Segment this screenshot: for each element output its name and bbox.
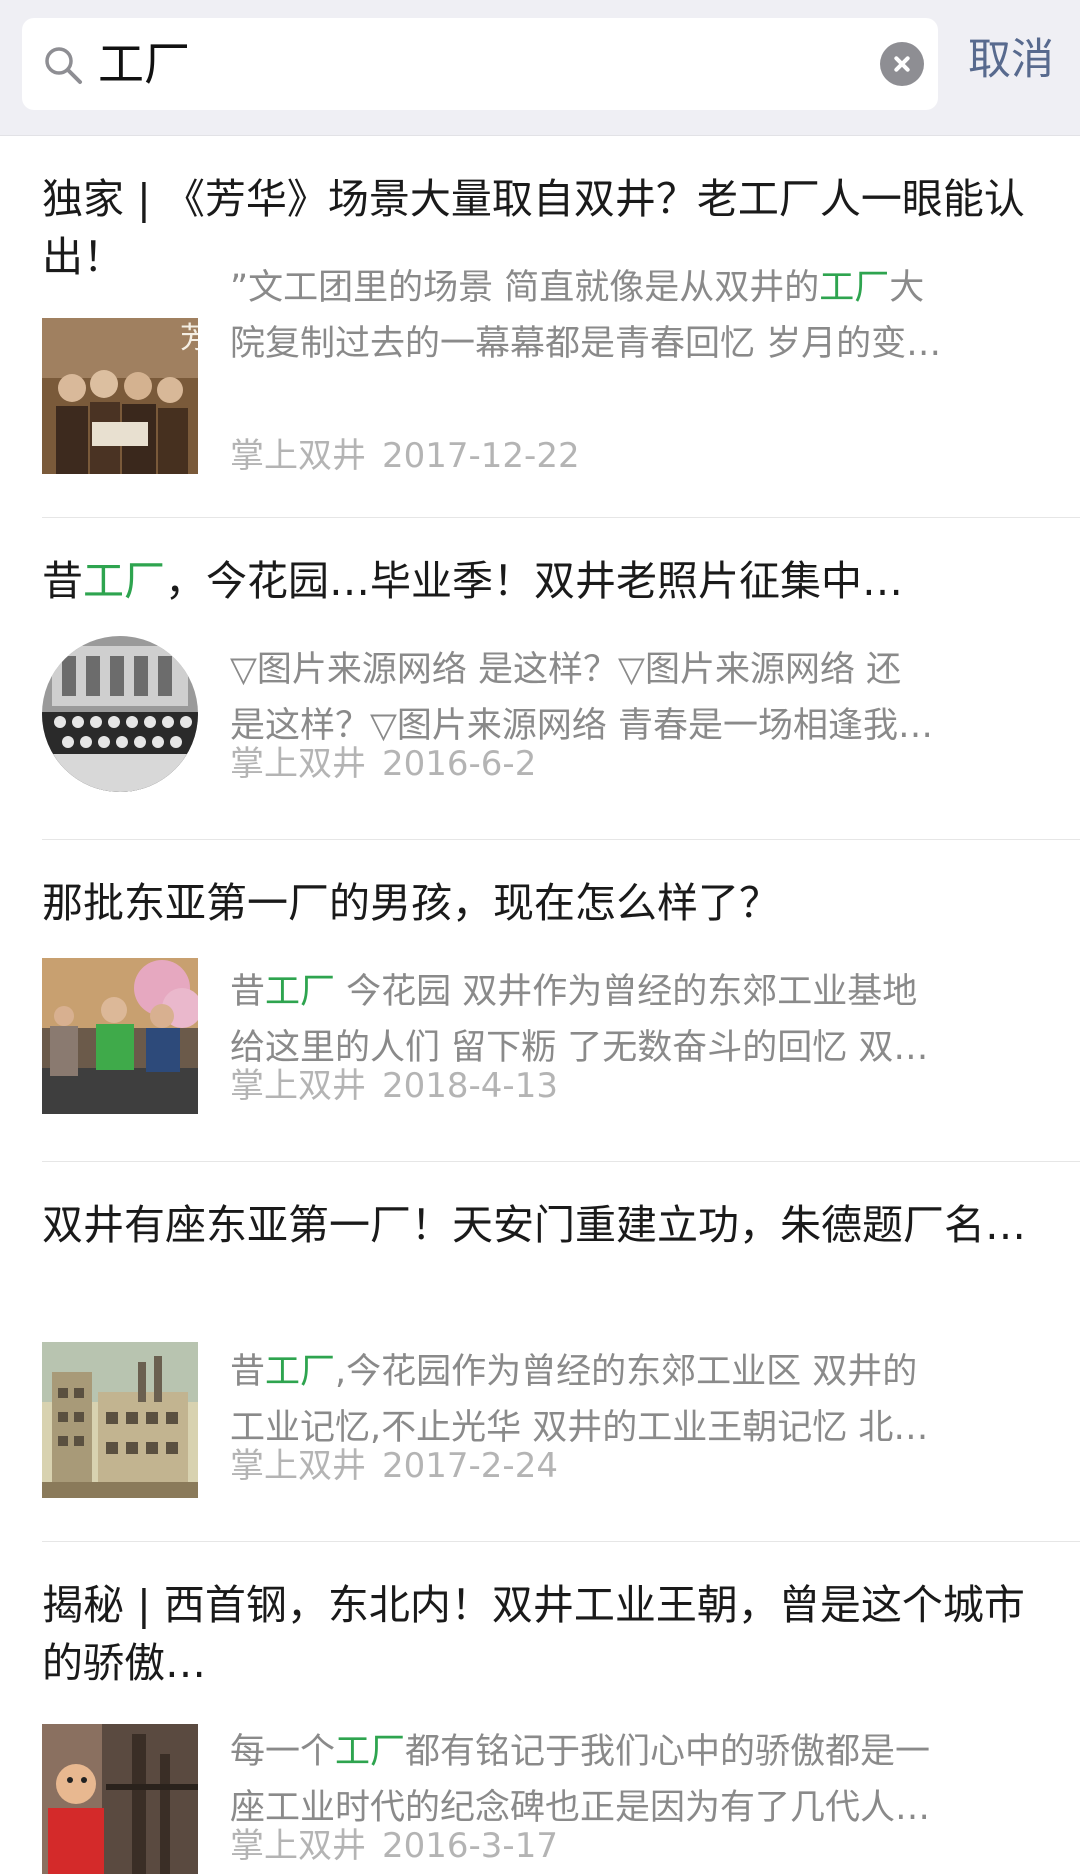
thumbnail-image xyxy=(42,636,198,792)
keyword-highlight: 工厂 xyxy=(265,972,336,1012)
snippet-line: ▽图片来源网络 是这样？▽图片来源网络 还 xyxy=(230,650,902,690)
source-name: 掌上双井 xyxy=(230,1066,366,1106)
list-item[interactable]: 那批东亚第一厂的男孩，现在怎么样了？ 昔工厂 今花园 双井作为曾经的东郊工业基地… xyxy=(0,840,1080,1162)
result-snippet: 昔工厂 今花园 双井作为曾经的东郊工业基地 给这里的人们 留下粝 了无数奋斗的回… xyxy=(230,964,1030,1076)
result-snippet: 昔工厂,今花园作为曾经的东郊工业区 双井的 工业记忆,不止光华 双井的工业王朝记… xyxy=(230,1344,1030,1456)
search-icon xyxy=(42,44,84,86)
keyword-highlight: 工厂 xyxy=(83,557,165,605)
thumbnail-image: 芳 xyxy=(42,318,198,474)
result-title[interactable]: 双井有座东亚第一厂！天安门重建立功，朱德题厂名… xyxy=(42,1196,1032,1254)
result-title[interactable]: 那批东亚第一厂的男孩，现在怎么样了？ xyxy=(42,874,1032,932)
snippet-line: 昔工厂,今花园作为曾经的东郊工业区 双井的 xyxy=(230,1352,918,1392)
search-bar: 工厂 取消 xyxy=(0,0,1080,136)
result-meta: 掌上双井 2018-4-13 xyxy=(230,1062,558,1110)
thumbnail-image xyxy=(42,1342,198,1498)
search-query-text[interactable]: 工厂 xyxy=(98,34,190,94)
keyword-highlight: 工厂 xyxy=(265,1352,336,1392)
list-item[interactable]: 揭秘 | 西首钢，东北内！双井工业王朝，曾是这个城市的骄傲… 每一个工厂都有铭记… xyxy=(0,1542,1080,1874)
result-meta: 掌上双井 2017-2-24 xyxy=(230,1442,558,1490)
publish-date: 2017-12-22 xyxy=(382,436,580,476)
result-meta: 掌上双井 2016-6-2 xyxy=(230,740,536,788)
publish-date: 2017-2-24 xyxy=(382,1446,558,1486)
source-name: 掌上双井 xyxy=(230,1446,366,1486)
cancel-button[interactable]: 取消 xyxy=(968,30,1054,90)
title-text: 揭秘 | 西首钢，东北内！双井工业王朝，曾是这个城市的骄傲… xyxy=(42,1581,1025,1687)
source-name: 掌上双井 xyxy=(230,1826,366,1866)
source-name: 掌上双井 xyxy=(230,436,366,476)
list-item[interactable]: 双井有座东亚第一厂！天安门重建立功，朱德题厂名… 昔工厂,今花园作为曾经的东郊工… xyxy=(0,1162,1080,1542)
snippet-line: 昔工厂 今花园 双井作为曾经的东郊工业基地 xyxy=(230,972,918,1012)
result-meta: 掌上双井 2016-3-17 xyxy=(230,1822,558,1870)
title-text: 双井有座东亚第一厂！天安门重建立功，朱德题厂名… xyxy=(42,1201,1026,1249)
result-title[interactable]: 揭秘 | 西首钢，东北内！双井工业王朝，曾是这个城市的骄傲… xyxy=(42,1576,1032,1692)
result-title[interactable]: 昔工厂，今花园…毕业季！双井老照片征集中… xyxy=(42,552,1032,610)
thumbnail-image xyxy=(42,1724,198,1874)
search-input[interactable]: 工厂 xyxy=(22,18,938,110)
source-name: 掌上双井 xyxy=(230,744,366,784)
snippet-line: 每一个工厂都有铭记于我们心中的骄傲都是一 xyxy=(230,1732,931,1772)
keyword-highlight: 工厂 xyxy=(335,1732,406,1772)
svg-text:芳: 芳 xyxy=(180,321,198,356)
list-item[interactable]: 独家 | 《芳华》场景大量取自双井？老工厂人一眼能认出！ 芳 ”文工团里的场景 … xyxy=(0,136,1080,518)
result-meta: 掌上双井 2017-12-22 xyxy=(230,432,580,480)
title-text: 那批东亚第一厂的男孩，现在怎么样了？ xyxy=(42,879,780,927)
publish-date: 2016-6-2 xyxy=(382,744,537,784)
result-snippet: ▽图片来源网络 是这样？▽图片来源网络 还 是这样？▽图片来源网络 青春是一场相… xyxy=(230,642,1030,754)
snippet-line: 院复制过去的一幕幕都是青春回忆 岁月的变… xyxy=(230,324,942,364)
keyword-highlight: 工厂 xyxy=(819,268,890,308)
list-item[interactable]: 昔工厂，今花园…毕业季！双井老照片征集中… ▽图片来源网络 是这样？▽图片来源网… xyxy=(0,518,1080,840)
thumbnail-image xyxy=(42,958,198,1114)
search-results-list: 独家 | 《芳华》场景大量取自双井？老工厂人一眼能认出！ 芳 ”文工团里的场景 … xyxy=(0,136,1080,1874)
publish-date: 2016-3-17 xyxy=(382,1826,558,1866)
snippet-line: ”文工团里的场景 简直就像是从双井的工厂大 xyxy=(230,268,925,308)
result-snippet: 每一个工厂都有铭记于我们心中的骄傲都是一 座工业时代的纪念碑也正是因为有了几代人… xyxy=(230,1724,1030,1836)
clear-icon[interactable] xyxy=(880,42,924,86)
result-snippet: ”文工团里的场景 简直就像是从双井的工厂大 院复制过去的一幕幕都是青春回忆 岁月… xyxy=(230,260,1030,372)
publish-date: 2018-4-13 xyxy=(382,1066,558,1106)
